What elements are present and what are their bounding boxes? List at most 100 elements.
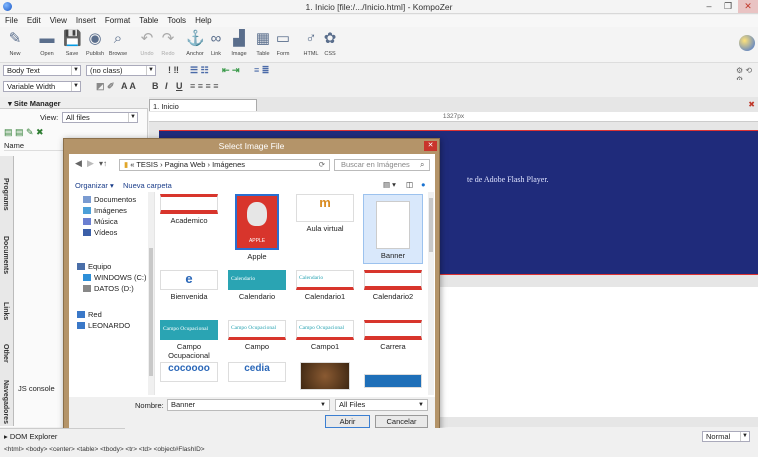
menu-table[interactable]: Table [134,15,162,25]
redo-button[interactable]: ↷ Redo [155,27,181,63]
class-select[interactable]: (no class) ▼ [86,65,156,76]
logo-thumbnail: e [160,270,218,290]
nav-label: Imágenes [94,206,127,215]
thumb-text: Campo Ocupacional [163,326,209,332]
site-manager-header[interactable]: ▾ Site Manager [0,97,148,109]
file-caption: Calendario [238,292,276,301]
file-item-13[interactable]: cedia [227,362,287,382]
nav-item-equipo[interactable]: Equipo [77,262,111,271]
width-select[interactable]: Variable Width ▼ [3,81,81,92]
file-campo-ocupacional[interactable]: Campo Ocupacional Campo Ocupacional [159,320,219,360]
file-apple[interactable]: APPLE Apple [227,194,287,261]
search-icon[interactable]: ⌕ [420,160,424,170]
maximize-button[interactable]: ❐ [719,0,737,13]
image-button[interactable]: ▟ Image [226,27,252,63]
menu-help[interactable]: Help [190,15,215,25]
new-folder-button[interactable]: Nueva carpeta [123,181,172,190]
anchor-icon: ⚓ [186,30,205,47]
file-item-12[interactable]: cocoooo [159,362,219,382]
dom-explorer-toggle[interactable]: ▸ DOM Explorer [0,428,125,442]
align-buttons-icon[interactable]: ≡ ≣ [254,65,269,76]
search-input[interactable]: Buscar en Imágenes [334,159,430,171]
text-align-icon[interactable]: ≡ ≡ ≡ ≡ [190,81,219,91]
file-bienvenida[interactable]: e Bienvenida [159,270,219,301]
bold-button[interactable]: B [152,81,159,91]
vtab-documents[interactable]: Documents [2,236,9,274]
teal-banner-thumbnail: Campo Ocupacional [160,320,218,340]
files-scrollbar[interactable] [428,192,434,395]
font-size-icon[interactable]: A A [121,81,136,91]
nav-item-v-deos[interactable]: Vídeos [83,228,117,237]
file-campo1[interactable]: Campo Ocupacional Campo1 [295,320,355,351]
minimize-button[interactable]: – [700,0,718,13]
menu-bar: File Edit View Insert Format Table Tools Help [0,15,758,27]
id-marker-icon[interactable]: ! ‼ [168,65,179,75]
file-caption: Bienvenida [170,292,208,301]
indent-buttons-icon[interactable]: ⇤ ⇥ [222,65,240,76]
form-button[interactable]: ▭ Form [270,27,296,63]
menu-format[interactable]: Format [100,15,134,25]
file-type-select[interactable]: All Files ▼ [335,399,428,411]
file-calendario1[interactable]: Calendario Calendario1 [295,270,355,301]
up-icon[interactable]: ▾↑ [99,159,107,168]
view-mode-select[interactable]: Normal ▼ [702,431,750,442]
nav-item-leonardo[interactable]: LEONARDO [77,321,130,330]
tab-inicio[interactable]: 1. Inicio [149,99,257,111]
open-button[interactable]: ▬ Open [34,27,60,63]
menu-view[interactable]: View [45,15,71,25]
folder-icon [83,218,91,225]
close-button[interactable]: ✕ [738,0,758,13]
menu-edit[interactable]: Edit [22,15,45,25]
nav-item-windows-c-[interactable]: WINDOWS (C:) [83,273,147,282]
file-banner[interactable]: Banner [363,194,423,264]
new-button[interactable]: ✎ New [2,27,28,63]
form-icon: ▭ [275,30,291,47]
menu-insert[interactable]: Insert [71,15,100,25]
file-calendario2[interactable]: Calendario2 [363,270,423,301]
nav-item-documentos[interactable]: Documentos [83,195,136,204]
file-campo[interactable]: Campo Ocupacional Campo [227,320,287,351]
file-carrera[interactable]: Carrera [363,320,423,351]
view-select[interactable]: All files ▼ [62,112,138,123]
file-item-15[interactable] [363,362,423,388]
list-buttons-icon[interactable]: ☰ ☷ [190,65,209,76]
vtab-links[interactable]: Links [2,302,9,320]
site-actions-icon[interactable]: ▤ ▤ ✎ ✖ [4,127,44,138]
help-icon[interactable]: ● [421,180,426,189]
nav-scrollbar[interactable] [148,192,154,395]
close-tab-icon[interactable]: ✖ [748,100,755,109]
file-academico[interactable]: Academico [159,194,219,225]
breadcrumb[interactable]: ▮ « TESIS › Pagina Web › Imágenes ⟳ [119,159,330,171]
file-aula-virtual[interactable]: m Aula virtual [295,194,355,233]
file-name-input[interactable]: Banner ▼ [167,399,330,411]
back-icon[interactable]: ◀ [75,158,82,169]
vtab-navegadores[interactable]: Navegadores [2,380,9,424]
browse-button[interactable]: ⌕ Browse [105,27,131,63]
view-options-icon[interactable]: ▤ ▾ [383,180,396,189]
file-calendario[interactable]: Calendario Calendario [227,270,287,301]
nav-item-im-genes[interactable]: Imágenes [83,206,127,215]
dialog-title: Select Image File [218,141,285,151]
underline-button[interactable]: U [176,81,183,91]
preview-pane-icon[interactable]: ◫ [406,180,413,189]
open-button[interactable]: Abrir [325,415,370,428]
forward-icon[interactable]: ▶ [87,158,94,169]
nav-item-datos-d-[interactable]: DATOS (D:) [83,284,134,293]
vtab-other[interactable]: Other [2,344,9,363]
cancel-button[interactable]: Cancelar [375,415,428,428]
nav-item-red[interactable]: Red [77,310,102,319]
nav-item-m-sica[interactable]: Música [83,217,118,226]
element-path-bar[interactable]: <html> <body> <center> <table> <tbody> <… [4,446,205,453]
js-console-label[interactable]: JS console [18,384,55,393]
organize-button[interactable]: Organizar ▾ [75,181,114,190]
menu-tools[interactable]: Tools [162,15,190,25]
color-picker-icon[interactable]: ◩ ✐ [96,81,115,92]
dialog-close-button[interactable]: ✕ [424,141,437,151]
italic-button[interactable]: I [165,81,168,91]
menu-file[interactable]: File [0,15,22,25]
vtab-programs[interactable]: Programs [2,178,9,211]
css-button[interactable]: ✿ CSS [317,27,343,63]
redo-icon: ↷ [161,30,175,47]
paragraph-style-select[interactable]: Body Text ▼ [3,65,81,76]
file-item-14[interactable] [295,362,355,390]
